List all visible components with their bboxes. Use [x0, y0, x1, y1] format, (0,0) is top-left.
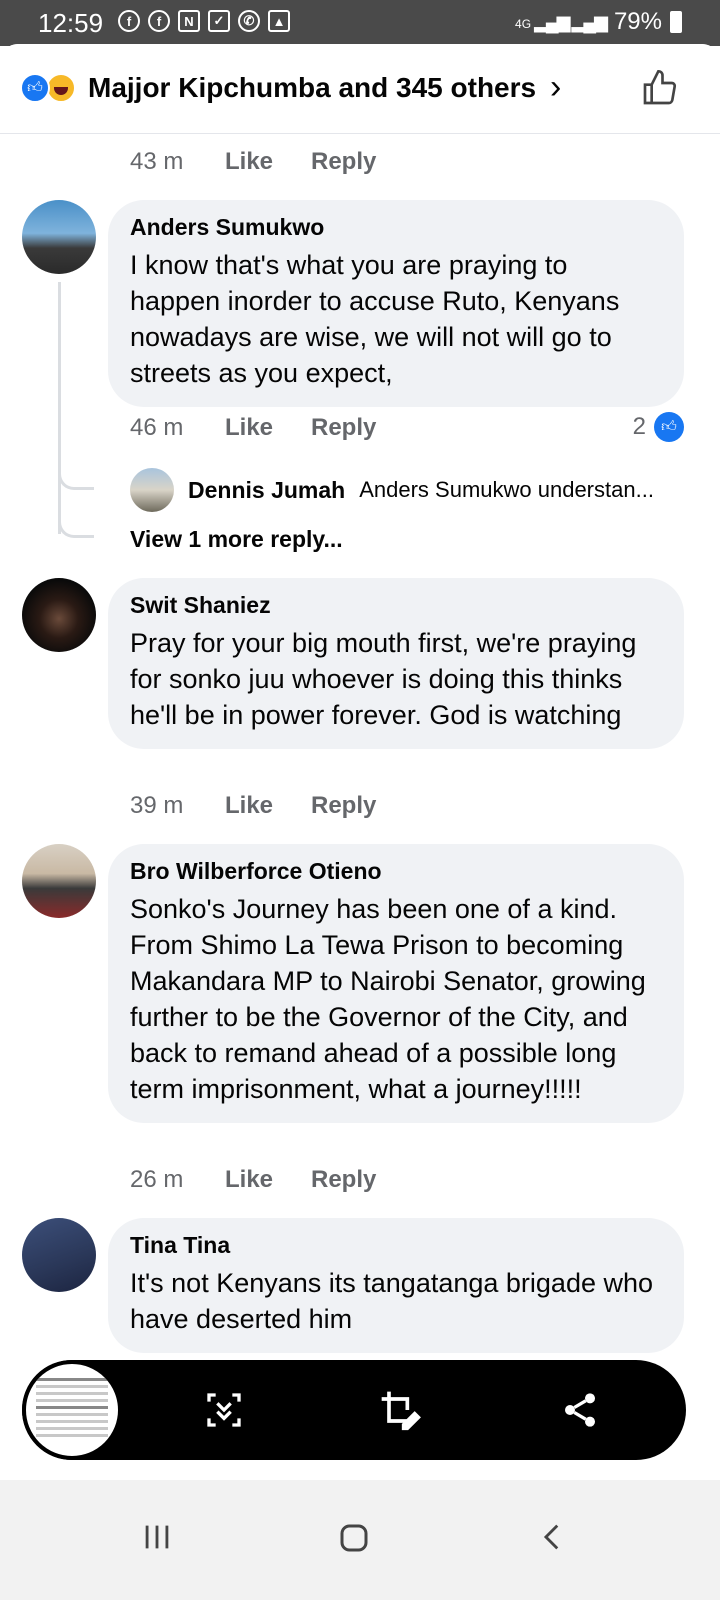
reaction-icons: 👍︎	[20, 71, 82, 107]
screenshot-toolbar	[22, 1360, 686, 1460]
avatar[interactable]	[22, 1218, 96, 1292]
view-more-replies-link[interactable]: View 1 more reply...	[130, 526, 343, 553]
like-button[interactable]: Like	[225, 414, 311, 442]
reply-button[interactable]: Reply	[311, 1166, 376, 1194]
chevron-right-icon[interactable]: ›	[550, 68, 561, 107]
gallery-icon: ▲	[268, 10, 290, 32]
battery-icon	[670, 11, 682, 33]
comment-bubble[interactable]: Anders Sumukwo I know that's what you ar…	[108, 200, 684, 407]
comment-text: Pray for your big mouth first, we're pra…	[130, 628, 637, 730]
comment-author[interactable]: Tina Tina	[130, 1232, 662, 1259]
reaction-count-value: 2	[632, 413, 646, 440]
comment-meta: 46 m Like Reply	[130, 414, 376, 442]
avatar[interactable]	[22, 578, 96, 652]
reply-button[interactable]: Reply	[311, 148, 376, 176]
notification-icons: f f N ✓ ✆ ▲	[118, 10, 290, 32]
comment-bubble[interactable]: Swit Shaniez Pray for your big mouth fir…	[108, 578, 684, 749]
reply-author: Dennis Jumah	[188, 476, 346, 503]
scroll-capture-icon[interactable]	[200, 1388, 248, 1432]
crop-edit-icon[interactable]	[376, 1388, 424, 1432]
comment-author[interactable]: Bro Wilberforce Otieno	[130, 858, 662, 885]
haha-reaction-icon	[46, 73, 76, 103]
comments-sheet: 👍︎ Majjor Kipchumba and 345 others › 43 …	[0, 44, 720, 1480]
comment-text: It's not Kenyans its tangatanga brigade …	[130, 1268, 654, 1334]
navigation-bar	[0, 1480, 720, 1600]
comment-bubble[interactable]: Bro Wilberforce Otieno Sonko's Journey h…	[108, 844, 684, 1123]
reply-preview[interactable]: Dennis Jumah Anders Sumukwo understan...	[130, 468, 690, 512]
comment-meta: 26 m Like Reply	[130, 1166, 376, 1194]
comment-time: 26 m	[130, 1166, 184, 1193]
reply-button[interactable]: Reply	[311, 414, 376, 442]
comment-author[interactable]: Anders Sumukwo	[130, 214, 662, 241]
status-time: 12:59	[38, 8, 104, 38]
share-icon[interactable]	[556, 1388, 604, 1432]
comment-author[interactable]: Swit Shaniez	[130, 592, 662, 619]
facebook-icon: f	[148, 10, 170, 32]
like-button[interactable]: Like	[225, 1166, 311, 1194]
battery-level: 79%	[613, 8, 662, 35]
comment-reaction-count[interactable]: 2 👍︎	[633, 412, 684, 442]
home-icon[interactable]	[336, 1520, 372, 1565]
status-bar: 12:59 f f N ✓ ✆ ▲ 4G ▂▄▆ ▂▄▆ 79%	[0, 0, 720, 46]
avatar[interactable]	[22, 200, 96, 274]
facebook-icon: f	[118, 10, 140, 32]
thread-connector	[58, 472, 94, 490]
reply-text: Anders Sumukwo understan...	[359, 477, 654, 502]
comment-time: 39 m	[130, 792, 184, 819]
like-reaction-icon: 👍︎	[654, 412, 684, 442]
comment-bubble[interactable]: Tina Tina It's not Kenyans its tangatang…	[108, 1218, 684, 1353]
avatar[interactable]	[22, 844, 96, 918]
comment-time: 46 m	[130, 414, 184, 441]
thread-connector	[58, 520, 94, 538]
comment-text: Sonko's Journey has been one of a kind. …	[130, 894, 646, 1104]
like-thumb-icon[interactable]	[640, 68, 680, 117]
recents-icon[interactable]	[140, 1520, 174, 1563]
reactions-header[interactable]: 👍︎ Majjor Kipchumba and 345 others ›	[0, 44, 720, 134]
comment-meta: 43 m Like Reply	[130, 148, 376, 176]
reactions-summary[interactable]: Majjor Kipchumba and 345 others	[88, 72, 536, 104]
reply-button[interactable]: Reply	[311, 792, 376, 820]
signal-icon: 4G ▂▄▆ ▂▄▆	[515, 11, 608, 32]
status-right: 4G ▂▄▆ ▂▄▆ 79%	[515, 8, 682, 36]
comment-text: I know that's what you are praying to ha…	[130, 250, 620, 388]
avatar	[130, 468, 174, 512]
back-icon[interactable]	[536, 1520, 570, 1563]
whatsapp-icon: ✆	[238, 10, 260, 32]
check-icon: ✓	[208, 10, 230, 32]
thread-line	[58, 282, 61, 534]
comment-time: 43 m	[130, 148, 184, 175]
screenshot-thumbnail[interactable]	[22, 1360, 122, 1460]
n-icon: N	[178, 10, 200, 32]
like-button[interactable]: Like	[225, 792, 311, 820]
like-reaction-icon: 👍︎	[20, 73, 50, 103]
like-button[interactable]: Like	[225, 148, 311, 176]
comment-meta: 39 m Like Reply	[130, 792, 376, 820]
